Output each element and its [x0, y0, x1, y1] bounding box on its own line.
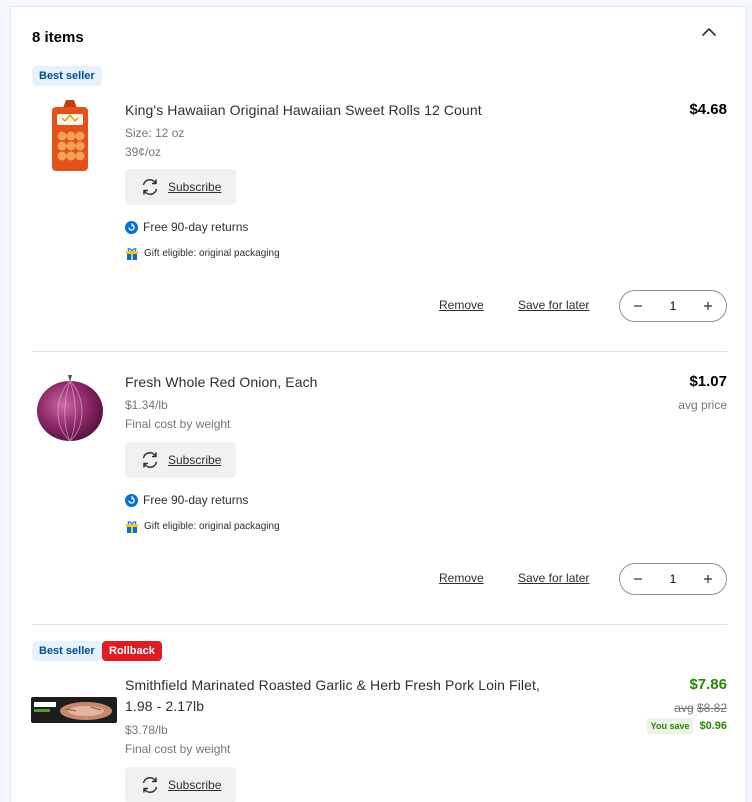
- cart-item-kings-hawaiian: Best seller King's Hawaiian Original Haw…: [32, 65, 727, 325]
- best-seller-badge: Best seller: [32, 641, 102, 661]
- avg-price-note: avg price: [678, 398, 727, 412]
- subscribe-button[interactable]: Subscribe: [125, 169, 236, 205]
- refresh-icon: [142, 452, 158, 468]
- item-price: $7.86: [689, 676, 727, 693]
- remove-link[interactable]: Remove: [439, 571, 484, 585]
- gift-info: Gift eligible: original packaging: [125, 520, 280, 533]
- product-name[interactable]: Fresh Whole Red Onion, Each: [125, 372, 318, 393]
- item-divider: [32, 624, 727, 625]
- best-seller-badge: Best seller: [32, 66, 102, 86]
- plus-icon: [704, 575, 712, 583]
- cart-item-smithfield-pork: Best seller Rollback Smithfield Marinate…: [31, 640, 727, 802]
- cart-item-red-onion: Fresh Whole Red Onion, Each $1.34/lb Fin…: [32, 367, 727, 597]
- product-name-line1[interactable]: Smithfield Marinated Roasted Garlic & He…: [125, 675, 540, 696]
- minus-icon: [634, 578, 642, 580]
- refresh-icon: [142, 179, 158, 195]
- returns-label: Free 90-day returns: [143, 220, 249, 234]
- subscribe-button[interactable]: Subscribe: [125, 767, 236, 802]
- items-count-heading: 8 items: [32, 29, 84, 46]
- unit-price: $1.34/lb: [125, 398, 168, 412]
- returns-label: Free 90-day returns: [143, 493, 249, 507]
- quantity-value: 1: [669, 572, 677, 586]
- you-save-tag: You save $0.96: [646, 718, 727, 734]
- item-price: $4.68: [689, 101, 727, 118]
- product-image: [32, 95, 107, 175]
- decrease-quantity-button[interactable]: [630, 571, 646, 587]
- unit-price: 39¢/oz: [125, 145, 162, 159]
- subscribe-button[interactable]: Subscribe: [125, 442, 236, 478]
- gift-info: Gift eligible: original packaging: [125, 247, 280, 260]
- rollback-badge: Rollback: [102, 641, 162, 661]
- was-price-prefix: avg: [674, 701, 694, 715]
- product-image: [31, 670, 117, 750]
- quantity-stepper: 1: [619, 563, 727, 595]
- increase-quantity-button[interactable]: [700, 571, 716, 587]
- remove-link[interactable]: Remove: [439, 298, 484, 312]
- gift-icon: [126, 521, 138, 533]
- you-save-label: You save: [646, 718, 694, 734]
- cost-note: Final cost by weight: [125, 742, 231, 756]
- save-for-later-link[interactable]: Save for later: [518, 298, 589, 312]
- cost-note: Final cost by weight: [125, 417, 231, 431]
- quantity-value: 1: [669, 299, 677, 313]
- returns-icon: [125, 493, 138, 507]
- item-divider: [32, 351, 727, 352]
- product-image: [32, 367, 107, 447]
- save-for-later-link[interactable]: Save for later: [518, 571, 589, 585]
- gift-label: Gift eligible: original packaging: [144, 248, 280, 259]
- subscribe-label: Subscribe: [168, 453, 222, 467]
- chevron-up-icon: [702, 28, 716, 36]
- collapse-button[interactable]: [698, 21, 720, 43]
- decrease-quantity-button[interactable]: [630, 298, 646, 314]
- product-size: Size: 12 oz: [125, 126, 185, 140]
- gift-label: Gift eligible: original packaging: [144, 521, 280, 532]
- unit-price: $3.78/lb: [125, 723, 168, 737]
- cart-items-card: 8 items Best seller King's Hawaiian Orig…: [10, 6, 747, 802]
- subscribe-label: Subscribe: [168, 180, 222, 194]
- was-price: avg $8.82: [674, 701, 727, 715]
- increase-quantity-button[interactable]: [700, 298, 716, 314]
- gift-icon: [126, 248, 138, 260]
- was-price-value: $8.82: [696, 701, 727, 715]
- product-name-line2[interactable]: 1.98 - 2.17lb: [125, 696, 204, 717]
- subscribe-label: Subscribe: [168, 778, 222, 792]
- refresh-icon: [142, 777, 158, 793]
- item-price: $1.07: [689, 373, 727, 390]
- product-name[interactable]: King's Hawaiian Original Hawaiian Sweet …: [125, 100, 482, 121]
- minus-icon: [634, 305, 642, 307]
- quantity-stepper: 1: [619, 290, 727, 322]
- returns-info: Free 90-day returns: [125, 493, 248, 507]
- returns-icon: [125, 220, 138, 234]
- you-save-amount: $0.96: [699, 720, 727, 732]
- plus-icon: [704, 302, 712, 310]
- returns-info: Free 90-day returns: [125, 220, 248, 234]
